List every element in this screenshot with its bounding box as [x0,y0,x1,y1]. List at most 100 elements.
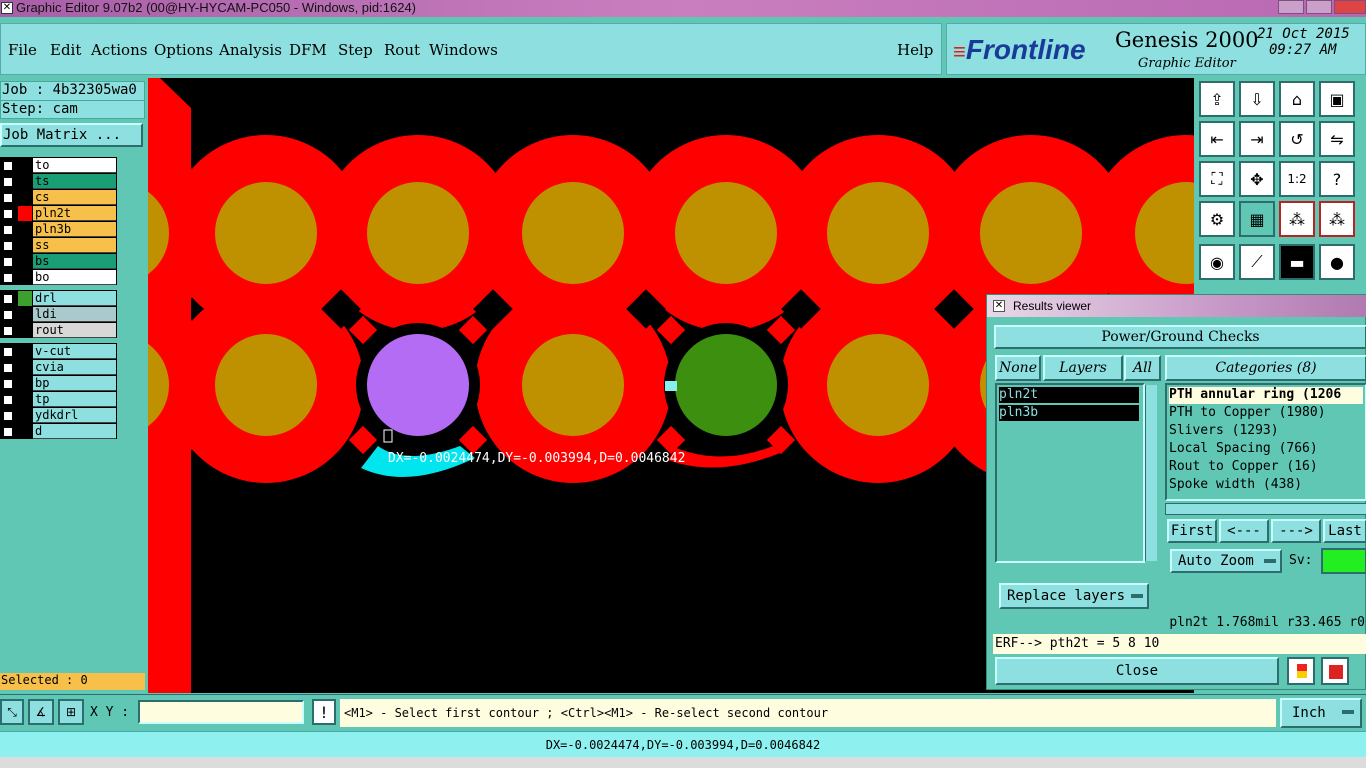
next-button[interactable]: ---> [1271,519,1321,543]
zoom-mode-select[interactable]: Auto Zoom [1170,549,1282,573]
pan-right-icon[interactable]: ⇥ [1239,121,1275,157]
menu-windows[interactable]: Windows [429,41,498,59]
layer-row-cs[interactable]: cs [1,190,116,205]
prev-button[interactable]: <--- [1219,519,1269,543]
close-window-button[interactable] [1334,0,1366,14]
pan-left-icon[interactable]: ⇤ [1199,121,1235,157]
layer-checkbox[interactable] [3,225,13,235]
layer-row-ts[interactable]: ts [1,174,116,189]
layer-row-cvia[interactable]: cvia [1,360,116,375]
layer-list-item[interactable]: pln2t [999,387,1139,403]
measure-icon[interactable]: ⚙ [1199,201,1235,237]
center-icon[interactable]: ✥ [1239,161,1275,197]
layer-checkbox[interactable] [3,363,13,373]
menu-help[interactable]: Help [897,41,933,59]
layer-name: bp [33,376,116,391]
net-select-icon[interactable]: ⁂ [1319,201,1355,237]
layer-row-ss[interactable]: ss [1,238,116,253]
undo-icon[interactable]: ↺ [1279,121,1315,157]
layer-row-pln2t[interactable]: pln2t [1,206,116,221]
last-button[interactable]: Last [1323,519,1366,543]
exit-icon[interactable] [1321,657,1349,685]
category-item[interactable]: Rout to Copper (16) [1169,459,1363,476]
layer-row-ldi[interactable]: ldi [1,307,116,322]
layer-checkbox[interactable] [3,161,13,171]
help-icon[interactable]: ? [1319,161,1355,197]
layer-checkbox[interactable] [3,209,13,219]
scale-icon[interactable]: 1:2 [1279,161,1315,197]
replace-layers-select[interactable]: Replace layers [999,583,1149,609]
layer-row-ydkdrl[interactable]: ydkdrl [1,408,116,423]
layer-row-bo[interactable]: bo [1,270,116,285]
ruler-icon[interactable]: ▬ [1279,244,1315,280]
category-item[interactable]: PTH annular ring (1206 [1169,387,1363,404]
grid-icon[interactable]: ▦ [1239,201,1275,237]
layer-row-tp[interactable]: tp [1,392,116,407]
all-button[interactable]: All [1124,355,1161,381]
layer-checkbox[interactable] [3,193,13,203]
menu-step[interactable]: Step [338,41,373,59]
layer-checkbox[interactable] [3,395,13,405]
grid-snap-icon[interactable]: ⊞ [58,699,84,725]
layer-row-rout[interactable]: rout [1,323,116,338]
zoom-mode-value: Auto Zoom [1178,553,1254,569]
job-matrix-button[interactable]: Job Matrix ... [0,123,143,147]
redraw-icon[interactable]: ⇋ [1319,121,1355,157]
maximize-button[interactable] [1306,0,1332,14]
home-icon[interactable]: ⌂ [1279,81,1315,117]
layer-checkbox[interactable] [3,427,13,437]
line-icon[interactable]: ⟋ [1239,244,1275,280]
menu-analysis[interactable]: Analysis [219,41,282,59]
snap-icon[interactable]: ⤡ [0,699,24,725]
warning-icon[interactable]: ! [312,699,336,725]
layer-checkbox[interactable] [3,310,13,320]
fit-icon[interactable]: ⛶ [1199,161,1235,197]
category-item[interactable]: Local Spacing (766) [1169,441,1363,458]
layer-row-v-cut[interactable]: v-cut [1,344,116,359]
category-item[interactable]: PTH to Copper (1980) [1169,405,1363,422]
net-icon[interactable]: ⁂ [1279,201,1315,237]
category-list[interactable]: PTH annular ring (1206 PTH to Copper (198… [1165,383,1366,501]
layer-row-to[interactable]: to [1,158,116,173]
window-icon[interactable]: ▣ [1319,81,1355,117]
category-scrollbar[interactable] [1165,503,1366,515]
category-item[interactable]: Slivers (1293) [1169,423,1363,440]
first-button[interactable]: First [1167,519,1217,543]
zoom-home-icon[interactable]: ⇪ [1199,81,1235,117]
menu-edit[interactable]: Edit [50,41,81,59]
close-button[interactable]: Close [995,657,1279,685]
layer-row-pln3b[interactable]: pln3b [1,222,116,237]
layer-row-bs[interactable]: bs [1,254,116,269]
layer-list[interactable]: pln2t pln3b [995,383,1157,563]
results-close-icon[interactable]: ✕ [993,300,1005,312]
menu-dfm[interactable]: DFM [289,41,327,59]
units-select[interactable]: Inch [1280,698,1362,728]
none-button[interactable]: None [995,355,1041,381]
category-item[interactable]: Spoke width (438) [1169,477,1363,494]
layer-list-scrollbar[interactable] [1145,385,1157,561]
pad-icon[interactable]: ◉ [1199,244,1235,280]
angle-icon[interactable]: ∡ [28,699,54,725]
layer-checkbox[interactable] [3,294,13,304]
layer-checkbox[interactable] [3,379,13,389]
graph-icon[interactable] [1287,657,1315,685]
layer-row-d[interactable]: d [1,424,116,439]
layer-checkbox[interactable] [3,326,13,336]
layer-row-bp[interactable]: bp [1,376,116,391]
layer-list-item[interactable]: pln3b [999,405,1139,421]
layer-checkbox[interactable] [3,411,13,421]
layer-checkbox[interactable] [3,273,13,283]
minimize-button[interactable] [1278,0,1304,14]
menu-actions[interactable]: Actions [91,41,147,59]
layer-row-drl[interactable]: drl [1,291,116,306]
layer-checkbox[interactable] [3,347,13,357]
xy-input[interactable] [138,700,304,724]
layer-checkbox[interactable] [3,257,13,267]
layer-checkbox[interactable] [3,241,13,251]
menu-options[interactable]: Options [154,41,213,59]
zoom-in-icon[interactable]: ⇩ [1239,81,1275,117]
dot-icon[interactable]: ● [1319,244,1355,280]
layer-checkbox[interactable] [3,177,13,187]
menu-rout[interactable]: Rout [384,41,420,59]
menu-file[interactable]: File [8,41,37,59]
